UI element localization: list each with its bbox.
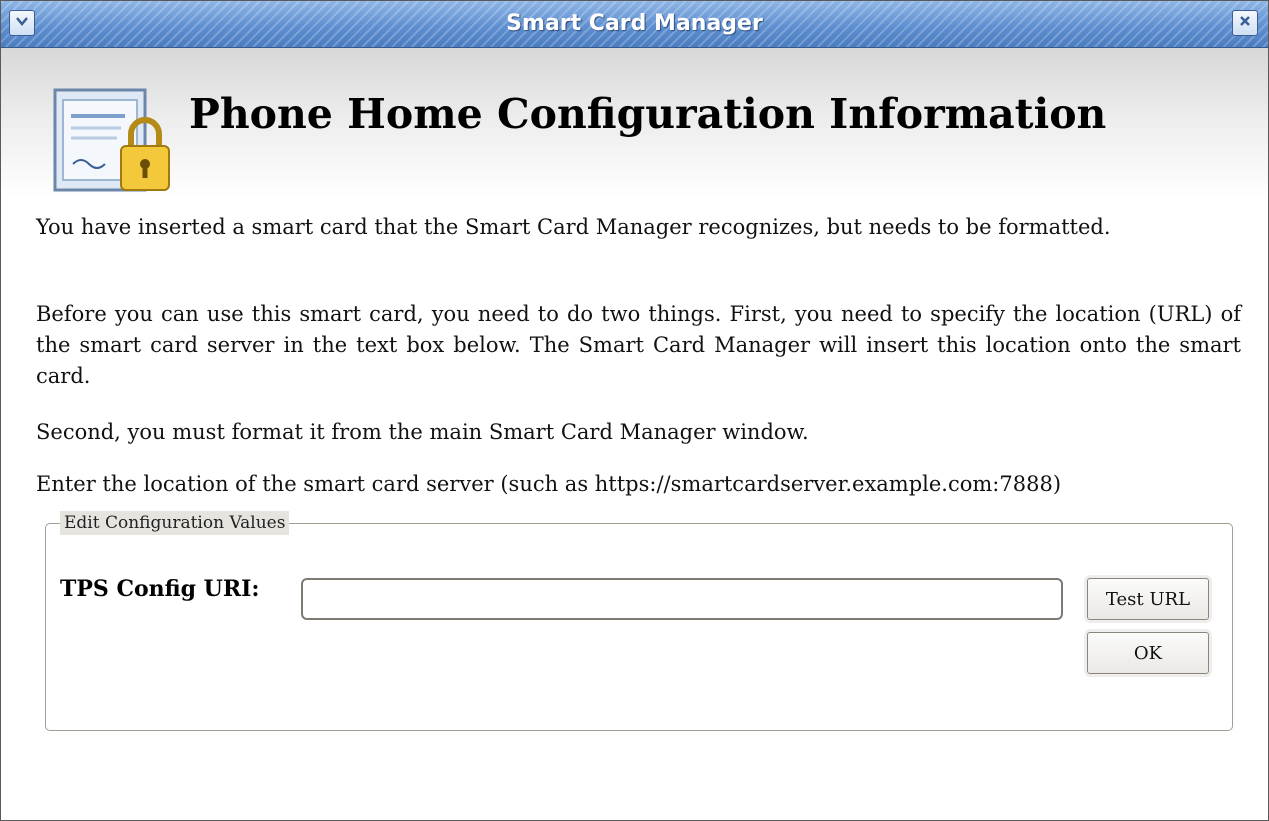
intro-paragraph: You have inserted a smart card that the …: [36, 215, 1111, 239]
close-button[interactable]: [1232, 10, 1258, 36]
tps-config-uri-input[interactable]: [301, 578, 1063, 620]
page-header: Phone Home Configuration Information: [1, 48, 1268, 198]
ok-button[interactable]: OK: [1087, 632, 1209, 674]
window-title: Smart Card Manager: [506, 11, 763, 36]
location-prompt: Enter the location of the smart card ser…: [36, 472, 1062, 496]
edit-configuration-group: Edit Configuration Values TPS Config URI…: [45, 511, 1233, 731]
group-legend: Edit Configuration Values: [60, 511, 290, 535]
tps-config-uri-label: TPS Config URI:: [60, 576, 260, 602]
smart-card-manager-window: Smart Card Manager Phone Home Configurat…: [0, 0, 1269, 821]
page-title: Phone Home Configuration Information: [189, 90, 1107, 138]
close-icon: [1238, 14, 1252, 32]
instructions-paragraph: Before you can use this smart card, you …: [36, 302, 1241, 388]
format-paragraph: Second, you must format it from the main…: [36, 420, 809, 444]
certificate-lock-icon: [51, 86, 171, 196]
title-bar[interactable]: Smart Card Manager: [1, 1, 1268, 48]
test-url-button[interactable]: Test URL: [1087, 578, 1209, 620]
